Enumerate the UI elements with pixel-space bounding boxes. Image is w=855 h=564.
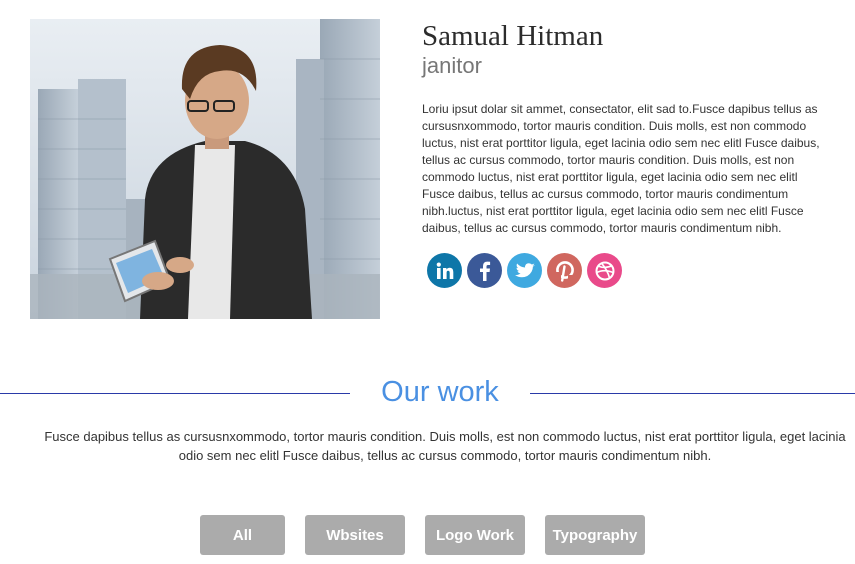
filter-typography-button[interactable]: Typography (545, 515, 645, 555)
twitter-icon (514, 262, 535, 277)
facebook-icon (479, 261, 490, 281)
social-links (427, 253, 622, 288)
linkedin-link[interactable] (427, 253, 462, 288)
dribbble-link[interactable] (587, 253, 622, 288)
profile-role: janitor (422, 53, 482, 78)
filter-logo-work-button[interactable]: Logo Work (425, 515, 525, 555)
profile-name: Samual Hitman (422, 20, 604, 52)
section-title: Our work (381, 376, 499, 408)
profile-bio: Loriu ipsut dolar sit ammet, consectator… (422, 102, 820, 235)
filter-websites-button[interactable]: Wbsites (305, 515, 405, 555)
facebook-link[interactable] (467, 253, 502, 288)
filter-all-button[interactable]: All (200, 515, 285, 555)
section-description: Fusce dapibus tellus as cursusnxommodo, … (44, 429, 846, 463)
divider-left (0, 393, 350, 394)
profile-photo (30, 19, 380, 319)
dribbble-icon (595, 261, 614, 280)
linkedin-icon (436, 262, 453, 279)
pinterest-icon (554, 260, 575, 282)
profile-info: Samual Hitman janitor Loriu ipsut dolar … (422, 19, 822, 237)
divider-right (530, 393, 855, 394)
our-work-header: Our work (0, 372, 855, 414)
pinterest-link[interactable] (547, 253, 582, 288)
twitter-link[interactable] (507, 253, 542, 288)
